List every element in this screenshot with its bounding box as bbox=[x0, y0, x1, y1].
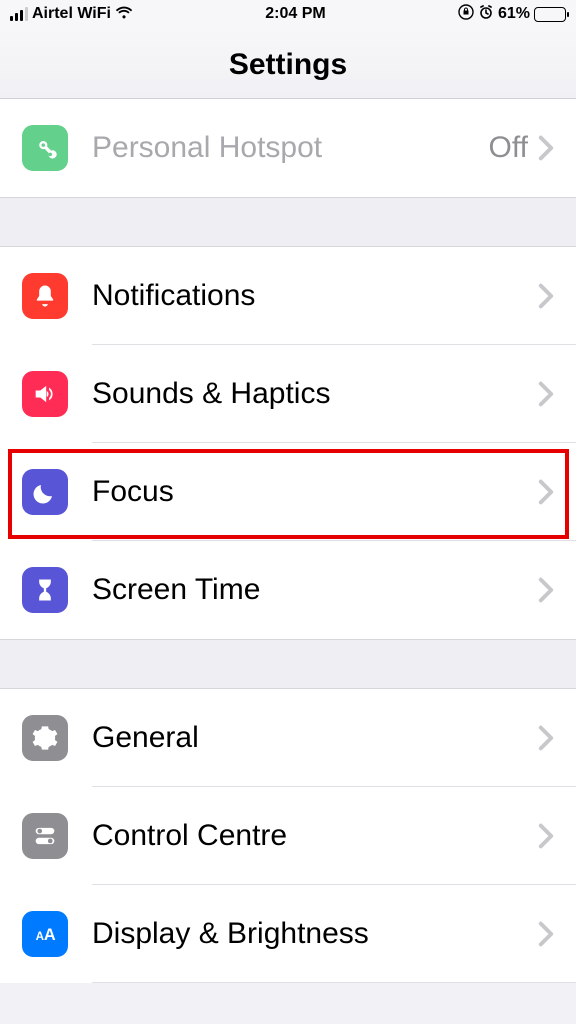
row-label: Notifications bbox=[92, 279, 538, 313]
gear-icon bbox=[22, 715, 68, 761]
row-label: General bbox=[92, 721, 538, 755]
hourglass-icon bbox=[22, 567, 68, 613]
section-gap bbox=[0, 639, 576, 689]
svg-text:A: A bbox=[44, 926, 56, 944]
chevron-right-icon bbox=[538, 283, 554, 309]
row-label: Focus bbox=[92, 475, 538, 509]
chevron-right-icon bbox=[538, 381, 554, 407]
chevron-right-icon bbox=[538, 577, 554, 603]
row-control-centre[interactable]: Control Centre bbox=[0, 787, 576, 885]
row-display-brightness[interactable]: AA Display & Brightness bbox=[0, 885, 576, 983]
battery-pct: 61% bbox=[498, 5, 530, 23]
text-size-icon: AA bbox=[22, 911, 68, 957]
row-sounds-haptics[interactable]: Sounds & Haptics bbox=[0, 345, 576, 443]
row-general[interactable]: General bbox=[0, 689, 576, 787]
row-value: Off bbox=[489, 131, 528, 165]
page-title: Settings bbox=[0, 48, 576, 82]
row-label: Personal Hotspot bbox=[92, 131, 489, 165]
row-label: Sounds & Haptics bbox=[92, 377, 538, 411]
status-left: Airtel WiFi bbox=[10, 5, 133, 24]
section-gap bbox=[0, 197, 576, 247]
moon-icon bbox=[22, 469, 68, 515]
toggles-icon bbox=[22, 813, 68, 859]
settings-section-notifications: Notifications Sounds & Haptics Focus Scr… bbox=[0, 247, 576, 639]
status-bar: Airtel WiFi 2:04 PM 61% bbox=[0, 0, 576, 28]
row-label: Control Centre bbox=[92, 819, 538, 853]
chevron-right-icon bbox=[538, 921, 554, 947]
orientation-lock-icon bbox=[458, 4, 474, 25]
hotspot-icon bbox=[22, 125, 68, 171]
clock: 2:04 PM bbox=[265, 5, 325, 23]
speaker-icon bbox=[22, 371, 68, 417]
bell-icon bbox=[22, 273, 68, 319]
row-label: Display & Brightness bbox=[92, 917, 538, 951]
nav-header: Settings bbox=[0, 28, 576, 99]
chevron-right-icon bbox=[538, 823, 554, 849]
alarm-icon bbox=[478, 4, 494, 25]
carrier-label: Airtel WiFi bbox=[32, 5, 111, 23]
row-focus[interactable]: Focus bbox=[0, 443, 576, 541]
row-personal-hotspot[interactable]: Personal Hotspot Off bbox=[0, 99, 576, 197]
chevron-right-icon bbox=[538, 725, 554, 751]
settings-section-connectivity: Personal Hotspot Off bbox=[0, 99, 576, 197]
battery-icon bbox=[534, 7, 566, 22]
settings-section-general: General Control Centre AA Display & Brig… bbox=[0, 689, 576, 983]
wifi-icon bbox=[115, 5, 133, 24]
row-notifications[interactable]: Notifications bbox=[0, 247, 576, 345]
status-right: 61% bbox=[458, 4, 566, 25]
row-label: Screen Time bbox=[92, 573, 538, 607]
chevron-right-icon bbox=[538, 479, 554, 505]
signal-bars-icon bbox=[10, 7, 28, 21]
chevron-right-icon bbox=[538, 135, 554, 161]
row-screen-time[interactable]: Screen Time bbox=[0, 541, 576, 639]
